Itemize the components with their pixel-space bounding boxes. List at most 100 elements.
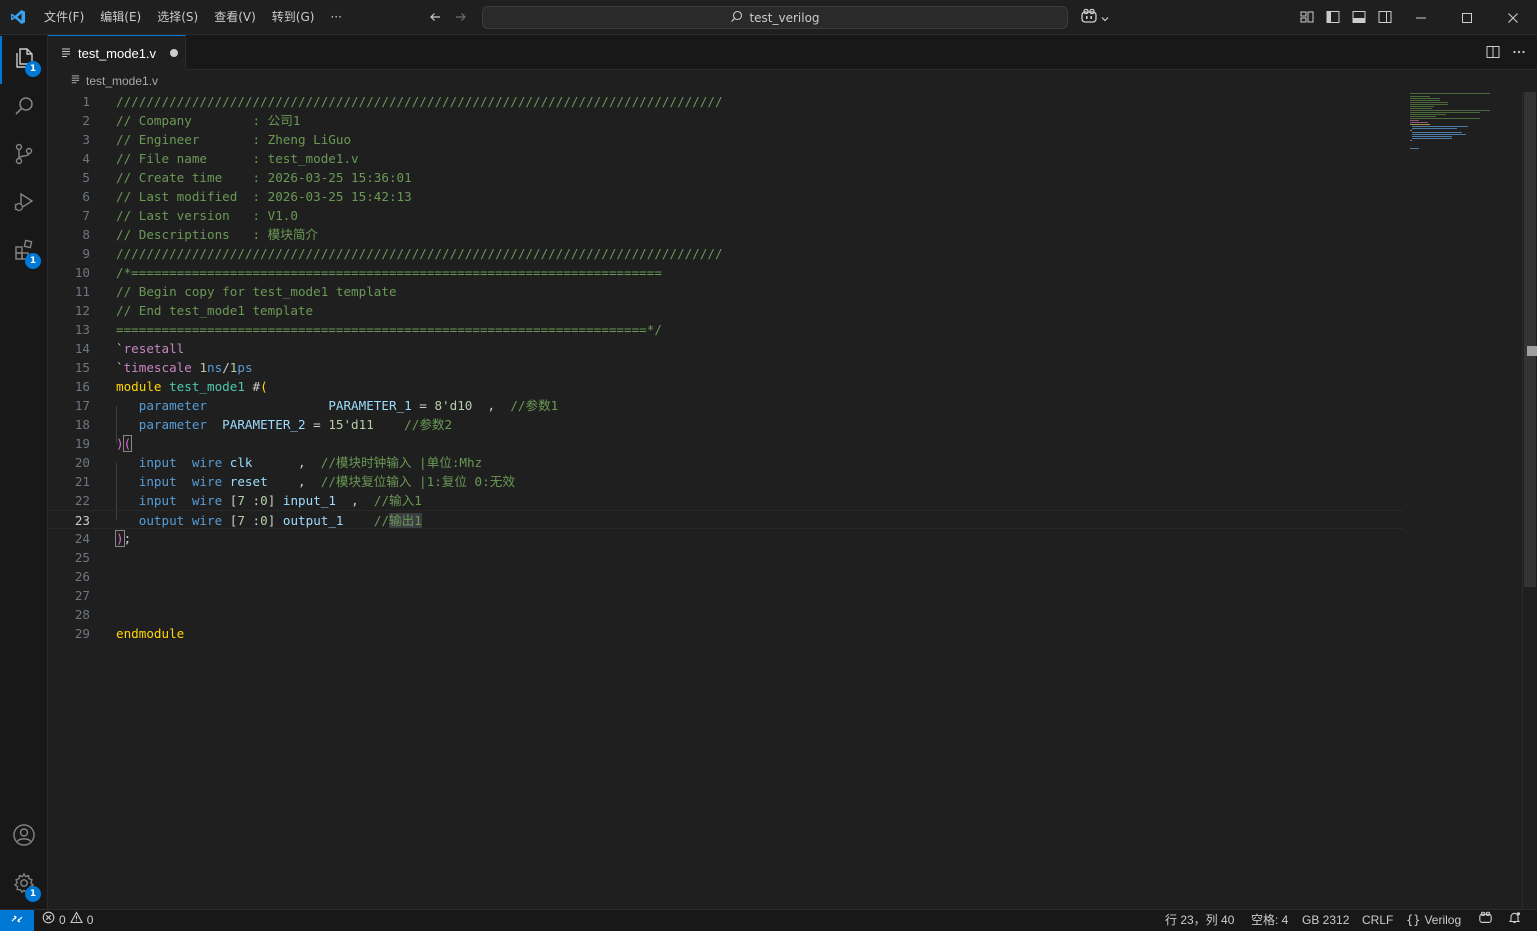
search-icon xyxy=(12,94,36,122)
code-token: 7 xyxy=(237,493,245,508)
code-line: 27 xyxy=(48,586,1403,605)
line-number: 16 xyxy=(74,379,90,394)
code-line: 28 xyxy=(48,605,1403,624)
more-actions-icon[interactable] xyxy=(1511,44,1527,64)
minimize-icon[interactable] xyxy=(1398,0,1444,35)
command-center-search[interactable]: test_verilog xyxy=(482,6,1068,29)
maximize-icon[interactable] xyxy=(1444,0,1490,35)
editor-tab-bar: test_mode1.v xyxy=(48,35,1537,70)
code-line: 5 // Create time : 2026-03-25 15:36:01 xyxy=(48,168,1403,187)
warning-icon xyxy=(69,910,83,931)
code-token: //参数2 xyxy=(404,417,453,432)
code-text: // End test_mode1 template xyxy=(116,303,314,318)
source-control-button[interactable] xyxy=(0,132,48,180)
menu-more[interactable]: ··· xyxy=(322,0,349,35)
accounts-button[interactable] xyxy=(0,813,48,861)
toggle-secondary-sidebar-icon[interactable] xyxy=(1374,6,1396,28)
code-token: 1 xyxy=(199,360,208,375)
code-editor[interactable]: 1///////////////////////////////////////… xyxy=(48,92,1523,908)
line-number: 21 xyxy=(74,474,90,489)
menu-selection[interactable]: 选择(S) xyxy=(149,0,206,35)
file-encoding[interactable]: GB 2312 xyxy=(1302,910,1349,931)
unsaved-dot-icon[interactable] xyxy=(170,49,179,57)
tab-label: test_mode1.v xyxy=(78,45,157,61)
code-token: ` xyxy=(116,341,124,356)
line-number: 9 xyxy=(82,246,90,261)
line-number: 18 xyxy=(74,417,90,432)
code-token: input wire xyxy=(116,474,230,489)
forward-arrow-icon[interactable] xyxy=(448,6,474,28)
copilot-status[interactable] xyxy=(1478,910,1493,931)
code-text: // Last version : V1.0 xyxy=(116,208,298,223)
tab-test-mode1[interactable]: test_mode1.v xyxy=(48,35,186,70)
line-number: 27 xyxy=(74,588,90,603)
scrollbar-thumb[interactable] xyxy=(1524,92,1536,587)
code-text: // File name : test_mode1.v xyxy=(116,151,359,166)
language-mode[interactable]: {} Verilog xyxy=(1406,910,1461,931)
vertical-scrollbar[interactable] xyxy=(1522,92,1537,908)
explorer-badge: 1 xyxy=(25,61,41,77)
notifications[interactable] xyxy=(1508,910,1521,931)
bell-icon xyxy=(1508,910,1521,931)
code-line: 12 // End test_mode1 template xyxy=(48,301,1403,320)
file-lines-icon xyxy=(60,44,72,63)
breadcrumb-file[interactable]: test_mode1.v xyxy=(86,74,158,88)
line-number: 20 xyxy=(74,455,90,470)
explorer-button[interactable]: 1 xyxy=(0,36,48,84)
code-line: 9 ///////////////////////////////////////… xyxy=(48,244,1403,263)
code-text: endmodule xyxy=(116,626,185,641)
minimap[interactable] xyxy=(1410,92,1510,162)
code-token: ; xyxy=(123,531,132,546)
copilot-menu[interactable] xyxy=(1080,8,1110,28)
line-number: 11 xyxy=(74,284,90,299)
problems-indicator[interactable]: 0 0 xyxy=(42,910,93,931)
code-token: 8'd10 xyxy=(434,398,473,413)
split-editor-icon[interactable] xyxy=(1485,44,1501,64)
code-token: / xyxy=(222,360,230,375)
code-token: ( xyxy=(260,379,268,394)
code-line: 13 ======================================… xyxy=(48,320,1403,339)
customize-layout-icon[interactable] xyxy=(1296,6,1318,28)
search-icon xyxy=(730,10,743,26)
file-lines-icon xyxy=(70,74,81,88)
editor-actions xyxy=(1485,44,1527,64)
line-number: 14 xyxy=(74,341,90,356)
title-bar: 文件(F) 编辑(E) 选择(S) 查看(V) 转到(G) ··· test_v… xyxy=(0,0,1537,35)
code-token: ) xyxy=(116,436,124,451)
toggle-panel-icon[interactable] xyxy=(1348,6,1370,28)
code-token: output wire xyxy=(116,513,230,528)
menu-go[interactable]: 转到(G) xyxy=(264,0,323,35)
code-text: ////////////////////////////////////////… xyxy=(116,246,723,261)
menu-file[interactable]: 文件(F) xyxy=(36,0,92,35)
code-token: clk xyxy=(229,455,253,470)
code-token: , xyxy=(335,493,374,508)
code-token: : xyxy=(244,493,261,508)
code-line: 14 `resetall xyxy=(48,339,1403,358)
indentation[interactable]: 空格: 4 xyxy=(1251,910,1288,931)
close-icon[interactable] xyxy=(1490,0,1536,35)
line-number: 12 xyxy=(74,303,90,318)
menu-view[interactable]: 查看(V) xyxy=(206,0,264,35)
manage-button[interactable]: 1 xyxy=(0,861,48,909)
braces-icon: {} xyxy=(1406,913,1421,927)
back-arrow-icon[interactable] xyxy=(422,6,448,28)
extensions-button[interactable]: 1 xyxy=(0,228,48,276)
code-line: 26 xyxy=(48,567,1403,586)
code-token: ] xyxy=(267,493,283,508)
code-token: 7 xyxy=(237,513,245,528)
line-number: 23 xyxy=(74,513,90,528)
search-button[interactable] xyxy=(0,84,48,132)
code-token: # xyxy=(252,379,261,394)
end-of-line[interactable]: CRLF xyxy=(1362,910,1393,931)
cursor-position[interactable]: 行 23，列 40 xyxy=(1165,910,1234,931)
menu-edit[interactable]: 编辑(E) xyxy=(92,0,149,35)
activity-bar: 1 1 1 xyxy=(0,35,48,909)
remote-button[interactable] xyxy=(0,910,34,931)
code-text: // Company : 公司1 xyxy=(116,113,301,128)
toggle-primary-sidebar-icon[interactable] xyxy=(1322,6,1344,28)
code-line: 3 // Engineer : Zheng LiGuo xyxy=(48,130,1403,149)
breadcrumb[interactable]: test_mode1.v xyxy=(48,70,1537,92)
code-line: 18 parameter PARAMETER_2 = 15'd11 //参数2 xyxy=(48,415,1403,434)
run-debug-button[interactable] xyxy=(0,180,48,228)
code-token: resetall xyxy=(123,341,185,356)
